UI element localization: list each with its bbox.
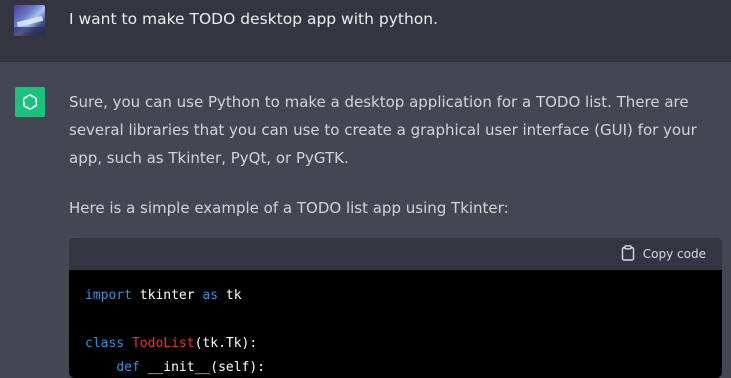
assistant-answer: Sure, you can use Python to make a deskt… [69, 88, 729, 222]
user-message-text: I want to make TODO desktop app with pyt… [69, 10, 439, 28]
code-keyword: import [85, 288, 132, 303]
code-text: tk [218, 288, 242, 303]
code-line: class TodoList(tk.Tk): [85, 332, 706, 356]
code-text: (tk.Tk): [194, 336, 258, 351]
code-block: Copy code import tkinter as tk class Todo… [69, 238, 722, 378]
openai-logo-icon [15, 87, 45, 117]
user-avatar [14, 5, 45, 36]
code-text: tkinter [131, 288, 203, 303]
user-message-row: I want to make TODO desktop app with pyt… [0, 0, 731, 62]
clipboard-icon [621, 244, 635, 264]
code-text: __init__(self): [139, 360, 266, 375]
code-line: def __init__(self): [85, 356, 706, 378]
copy-code-button[interactable]: Copy code [621, 244, 706, 264]
code-keyword: class [85, 336, 125, 351]
code-content: import tkinter as tk class TodoList(tk.Tk… [69, 270, 722, 378]
code-keyword: def [116, 360, 140, 375]
code-block-header: Copy code [69, 238, 722, 270]
answer-paragraph-1: Sure, you can use Python to make a deskt… [69, 93, 697, 167]
code-keyword: as [202, 288, 219, 303]
code-line: import tkinter as tk [85, 284, 706, 308]
code-class-name: TodoList [131, 336, 195, 351]
answer-paragraph-2: Here is a simple example of a TODO list … [69, 199, 509, 217]
assistant-message-row: Sure, you can use Python to make a deskt… [0, 62, 731, 378]
copy-code-label: Copy code [642, 247, 706, 261]
